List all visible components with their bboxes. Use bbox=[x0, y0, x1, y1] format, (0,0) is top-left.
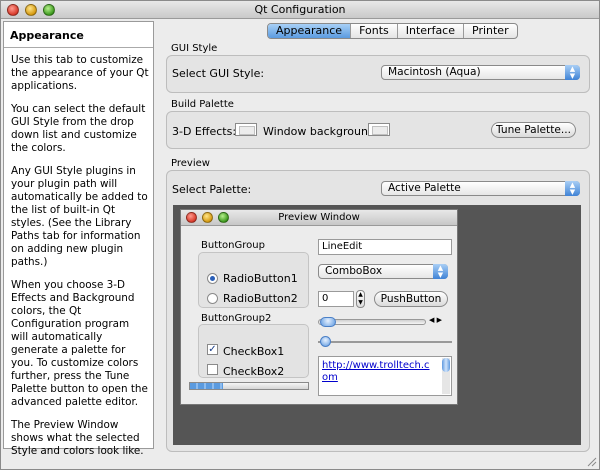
palette-value: Active Palette bbox=[388, 182, 461, 194]
help-paragraph: You can select the default GUI Style fro… bbox=[11, 103, 146, 154]
checkbox-2[interactable] bbox=[207, 364, 218, 375]
background-color-button[interactable] bbox=[368, 123, 390, 136]
scrollbar-thumb[interactable] bbox=[320, 317, 336, 327]
radio-button-2[interactable] bbox=[207, 293, 218, 304]
tune-palette-button[interactable]: Tune Palette... bbox=[491, 122, 576, 138]
gui-style-select[interactable]: Macintosh (Aqua) ▲ ▼ bbox=[381, 65, 580, 80]
help-title: Appearance bbox=[4, 22, 153, 48]
line-edit[interactable]: LineEdit bbox=[318, 239, 452, 255]
checkbox-1-label: CheckBox1 bbox=[223, 345, 285, 358]
help-panel: Appearance Use this tab to customize the… bbox=[3, 21, 154, 457]
gui-style-value: Macintosh (Aqua) bbox=[388, 66, 481, 78]
checkbox-1[interactable]: ✓ bbox=[207, 344, 218, 355]
slider-knob[interactable] bbox=[320, 336, 331, 347]
background-label: Window background: bbox=[263, 125, 379, 138]
tab-bar: Appearance Fonts Interface Printer bbox=[267, 23, 518, 39]
build-palette-group: 3-D Effects: Window background: Tune Pal… bbox=[166, 111, 590, 149]
palette-select[interactable]: Active Palette ▲ ▼ bbox=[381, 181, 580, 196]
scrollbar-thumb[interactable] bbox=[442, 358, 450, 372]
effects-label: 3-D Effects: bbox=[172, 125, 237, 138]
progress-bar bbox=[189, 382, 309, 390]
radio-button-2-label: RadioButton2 bbox=[223, 292, 298, 305]
button-group-2-title: ButtonGroup2 bbox=[201, 313, 272, 324]
tab-interface[interactable]: Interface bbox=[398, 24, 464, 38]
checkbox-2-label: CheckBox2 bbox=[223, 365, 285, 378]
preview-title-bar: Preview Window bbox=[181, 210, 457, 226]
minimize-icon bbox=[202, 212, 213, 223]
button-group-1: RadioButton1 RadioButton2 bbox=[198, 252, 309, 308]
scroll-arrows-icon[interactable]: ◀ ▶ bbox=[429, 316, 442, 324]
progress-fill bbox=[190, 383, 224, 389]
text-browser-scrollbar[interactable] bbox=[442, 358, 450, 394]
combo-box-value: ComboBox bbox=[325, 265, 383, 277]
tab-appearance[interactable]: Appearance bbox=[268, 24, 352, 38]
spin-box[interactable]: 0 bbox=[318, 291, 354, 307]
combo-box[interactable]: ComboBox ▲ ▼ bbox=[318, 264, 448, 279]
tab-fonts[interactable]: Fonts bbox=[351, 24, 398, 38]
window-title: Qt Configuration bbox=[254, 3, 346, 16]
title-bar[interactable]: Qt Configuration bbox=[1, 1, 599, 19]
gui-style-group: Select GUI Style: Macintosh (Aqua) ▲ ▼ bbox=[166, 55, 590, 93]
help-paragraph: Any GUI Style plugins in your plugin pat… bbox=[11, 165, 148, 268]
close-icon[interactable] bbox=[7, 4, 19, 16]
gui-style-section-label: GUI Style bbox=[171, 43, 218, 54]
text-browser: http://www.trolltech.com bbox=[318, 356, 452, 396]
spin-arrows-icon[interactable]: ▲ ▼ bbox=[356, 290, 365, 308]
preview-window: Preview Window ButtonGroup RadioButton1 … bbox=[180, 209, 458, 405]
button-group-2: ✓ CheckBox1 CheckBox2 bbox=[198, 324, 309, 378]
select-arrows-icon: ▲ ▼ bbox=[433, 264, 448, 279]
zoom-icon bbox=[218, 212, 229, 223]
radio-button-1[interactable] bbox=[207, 273, 218, 284]
help-paragraph: Use this tab to customize the appearance… bbox=[11, 54, 149, 92]
radio-button-1-label: RadioButton1 bbox=[223, 272, 298, 285]
button-group-1-title: ButtonGroup bbox=[201, 240, 265, 251]
zoom-icon[interactable] bbox=[43, 4, 55, 16]
help-paragraph: The Preview Window shows what the select… bbox=[11, 419, 144, 457]
minimize-icon[interactable] bbox=[25, 4, 37, 16]
trolltech-link[interactable]: http://www.trolltech.com bbox=[322, 360, 434, 384]
tab-printer[interactable]: Printer bbox=[464, 24, 517, 38]
select-arrows-icon: ▲ ▼ bbox=[565, 181, 580, 196]
preview-section-label: Preview bbox=[171, 158, 210, 169]
preview-window-title: Preview Window bbox=[278, 212, 360, 223]
resize-grip-icon[interactable] bbox=[586, 456, 597, 467]
close-icon bbox=[186, 212, 197, 223]
select-arrows-icon: ▲ ▼ bbox=[565, 65, 580, 80]
slider-track[interactable] bbox=[318, 341, 452, 343]
select-gui-style-label: Select GUI Style: bbox=[172, 67, 265, 80]
select-palette-label: Select Palette: bbox=[172, 183, 252, 196]
help-paragraph: When you choose 3-D Effects and Backgrou… bbox=[11, 279, 148, 408]
qt-config-window: Qt Configuration Appearance Use this tab… bbox=[0, 0, 600, 470]
build-palette-section-label: Build Palette bbox=[171, 99, 234, 110]
push-button[interactable]: PushButton bbox=[374, 291, 448, 307]
effects-color-button[interactable] bbox=[235, 123, 257, 136]
